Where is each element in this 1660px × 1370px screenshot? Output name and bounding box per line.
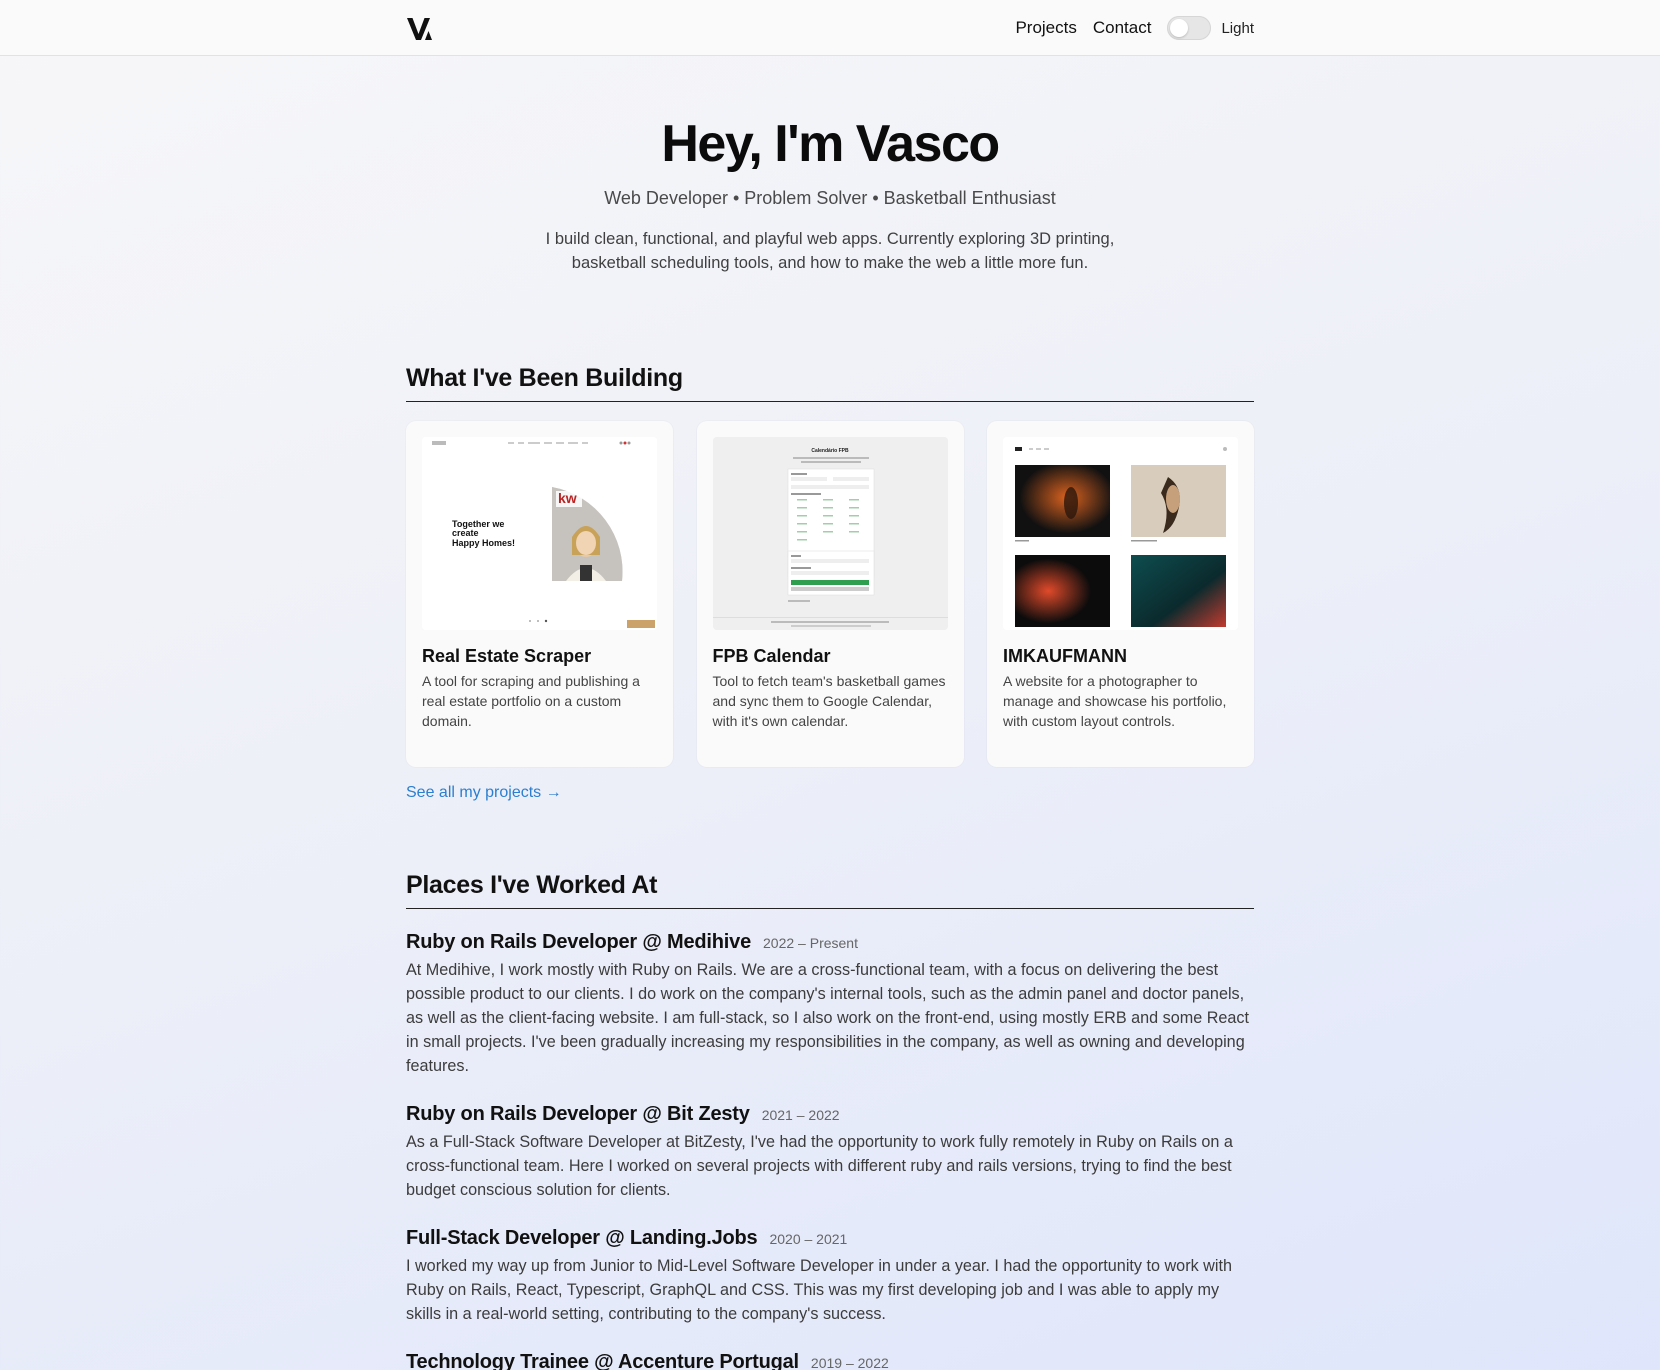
theme-toggle[interactable] xyxy=(1167,16,1212,40)
project-title: IMKAUFMANN xyxy=(1003,646,1127,666)
job-item-landing-jobs: Full-Stack Developer @ Landing.Jobs 2020… xyxy=(406,1227,1254,1326)
navbar-inner: Projects Contact Light xyxy=(406,0,1254,56)
hero-intro: I build clean, functional, and playful w… xyxy=(545,230,1115,272)
job-item-accenture: Technology Trainee @ Accenture Portugal … xyxy=(406,1351,1254,1370)
job-title: Ruby on Rails Developer @ Medihive xyxy=(406,931,752,953)
svg-text:Calendário FPB: Calendário FPB xyxy=(811,448,849,454)
work-section-title: Places I've Worked At xyxy=(406,871,1254,909)
job-item-medihive: Ruby on Rails Developer @ Medihive 2022 … xyxy=(406,931,1254,1078)
imkaufmann-screenshot-image xyxy=(1003,437,1238,630)
hero-title: Hey, I'm Vasco xyxy=(661,115,1000,173)
main-nav: Projects Contact Light xyxy=(999,16,1254,40)
project-thumbnail: Calendário FPB xyxy=(712,437,948,630)
job-item-bit-zesty: Ruby on Rails Developer @ Bit Zesty 2021… xyxy=(406,1103,1254,1202)
job-years: 2019 – 2022 xyxy=(810,1355,889,1370)
project-title: Real Estate Scraper xyxy=(422,646,592,666)
job-header: Ruby on Rails Developer @ Bit Zesty 2021… xyxy=(406,1103,1254,1126)
job-header: Technology Trainee @ Accenture Portugal … xyxy=(406,1351,1254,1370)
project-cards: kw Together we create Happy Homes! Real … xyxy=(406,421,1254,767)
nav-link-contact[interactable]: Contact xyxy=(1093,18,1152,38)
project-card-real-estate-scraper[interactable]: kw Together we create Happy Homes! Real … xyxy=(406,421,673,767)
job-header: Full-Stack Developer @ Landing.Jobs 2020… xyxy=(406,1227,1254,1250)
svg-text:kw: kw xyxy=(558,490,577,506)
project-card-imkaufmann[interactable]: IMKAUFMANN A website for a photographer … xyxy=(987,421,1254,767)
svg-text:Happy Homes!: Happy Homes! xyxy=(452,538,515,548)
project-title: FPB Calendar xyxy=(712,646,831,666)
job-description: I worked my way up from Junior to Mid-Le… xyxy=(406,1257,1232,1323)
job-header: Ruby on Rails Developer @ Medihive 2022 … xyxy=(406,931,1254,954)
job-title: Full-Stack Developer @ Landing.Jobs xyxy=(406,1227,758,1249)
fpb-calendar-screenshot-image: Calendário FPB xyxy=(712,437,948,630)
job-title: Technology Trainee @ Accenture Portugal xyxy=(406,1351,799,1370)
hero-tagline: Web Developer • Problem Solver • Basketb… xyxy=(604,188,1056,208)
project-description: A tool for scraping and publishing a rea… xyxy=(422,673,640,729)
job-years: 2021 – 2022 xyxy=(761,1107,840,1123)
see-all-projects-link[interactable]: See all my projects → xyxy=(406,784,562,802)
project-card-fpb-calendar[interactable]: Calendário FPB FPB Calendar Tool to fetc… xyxy=(696,421,964,767)
project-description: A website for a photographer to manage a… xyxy=(1003,673,1227,729)
top-navbar: Projects Contact Light xyxy=(0,0,1660,56)
svg-text:create: create xyxy=(452,528,479,538)
projects-section-title: What I've Been Building xyxy=(406,364,1254,402)
job-years: 2022 – Present xyxy=(763,935,858,951)
project-thumbnail xyxy=(1003,437,1238,630)
job-description: At Medihive, I work mostly with Ruby on … xyxy=(406,961,1250,1075)
nav-link-projects[interactable]: Projects xyxy=(1015,18,1076,38)
project-description: Tool to fetch team's basketball games an… xyxy=(712,673,946,729)
toggle-knob xyxy=(1170,19,1189,37)
hero-section: Hey, I'm Vasco Web Developer • Problem S… xyxy=(0,112,1660,275)
project-thumbnail: kw Together we create Happy Homes! xyxy=(422,437,657,630)
real-estate-screenshot-image: kw Together we create Happy Homes! xyxy=(422,437,657,630)
theme-toggle-label: Light xyxy=(1221,19,1254,37)
v-logo-icon[interactable] xyxy=(406,14,434,42)
job-description: As a Full-Stack Software Developer at Bi… xyxy=(406,1133,1233,1199)
job-years: 2020 – 2021 xyxy=(769,1231,848,1247)
job-title: Ruby on Rails Developer @ Bit Zesty xyxy=(406,1103,750,1125)
